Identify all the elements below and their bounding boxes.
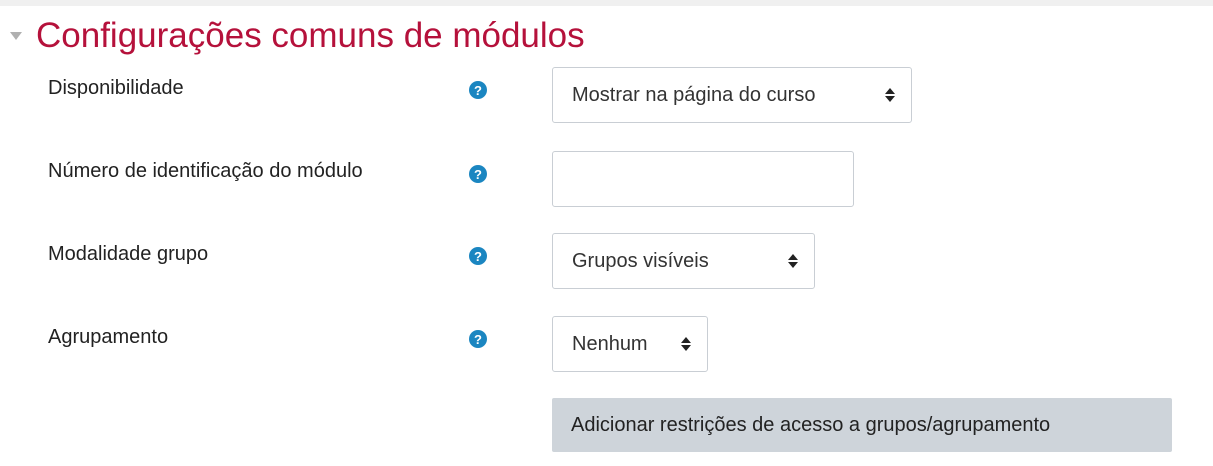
select-caret-icon: [778, 254, 798, 268]
grouping-label: Agrupamento: [48, 326, 169, 348]
grouping-select-value: Nenhum: [572, 332, 648, 355]
select-caret-icon: [671, 337, 691, 351]
help-icon[interactable]: ?: [469, 330, 487, 348]
select-caret-icon: [875, 88, 895, 102]
form-card: Configurações comuns de módulos Disponib…: [0, 6, 1213, 466]
idnumber-label: Número de identificação do módulo: [48, 160, 363, 182]
help-icon[interactable]: ?: [469, 247, 487, 265]
groupmode-select-value: Grupos visíveis: [572, 249, 709, 272]
section-header[interactable]: Configurações comuns de módulos: [10, 14, 585, 58]
grouping-select[interactable]: Nenhum: [552, 316, 708, 372]
availability-select-value: Mostrar na página do curso: [572, 83, 816, 106]
groupmode-label: Modalidade grupo: [48, 243, 209, 265]
idnumber-input[interactable]: [552, 151, 854, 207]
availability-select[interactable]: Mostrar na página do curso: [552, 67, 912, 123]
availability-label: Disponibilidade: [48, 77, 184, 99]
help-icon[interactable]: ?: [469, 165, 487, 183]
add-group-restriction-button[interactable]: Adicionar restrições de acesso a grupos/…: [552, 398, 1172, 452]
section-title: Configurações comuns de módulos: [36, 16, 585, 55]
groupmode-select[interactable]: Grupos visíveis: [552, 233, 815, 289]
help-icon[interactable]: ?: [469, 81, 487, 99]
collapse-toggle-icon[interactable]: [10, 32, 22, 40]
